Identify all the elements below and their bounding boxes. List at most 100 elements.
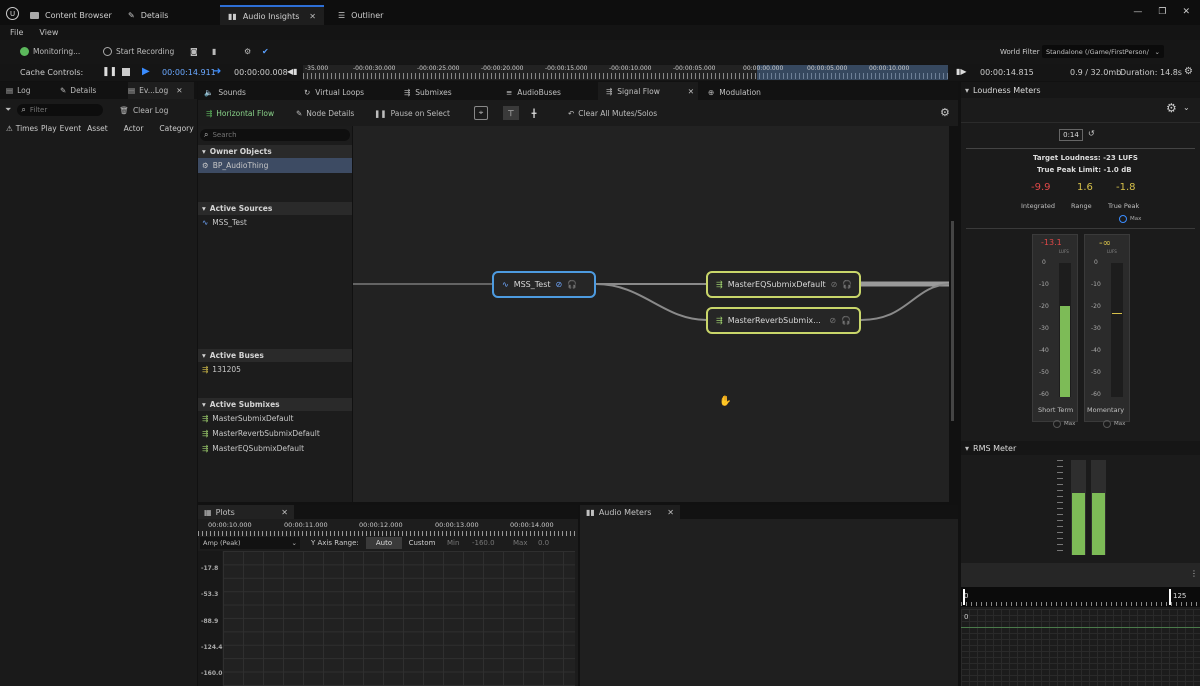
gear-icon[interactable]: ⚙ [1166, 101, 1177, 115]
col-event[interactable]: Event [60, 124, 82, 133]
gear-icon[interactable]: ⚙ [940, 106, 950, 119]
node-details-button[interactable]: ✎ Node Details [296, 109, 354, 118]
stop-icon[interactable] [122, 68, 130, 76]
gear-icon[interactable]: ⚙ [1184, 66, 1193, 77]
custom-button[interactable]: Custom [404, 537, 440, 549]
list-item[interactable]: ⚙ BP_AudioThing [198, 158, 352, 173]
pause-on-select-button[interactable]: ❚❚ Pause on Select [374, 109, 450, 118]
graph-scrollbar[interactable] [951, 221, 954, 421]
clear-log-button[interactable]: 🗑 Clear Log [119, 106, 168, 115]
max-value[interactable]: 0.0 [538, 539, 549, 547]
tab-outliner[interactable]: ☰ Outliner [330, 5, 391, 25]
node-source[interactable]: ∿ MSS_Test ⊘ 🎧 [492, 271, 596, 298]
close-window-icon[interactable]: ✕ [1182, 7, 1190, 17]
minimize-icon[interactable]: — [1133, 7, 1142, 17]
step-forward-icon[interactable]: ▮▶ [956, 67, 967, 76]
filter-icon[interactable]: ⏷ [5, 105, 11, 115]
list-item[interactable]: ⇶ MasterReverbSubmixDefault [198, 426, 352, 441]
tab-log[interactable]: ▤ Log [0, 86, 60, 95]
headphones-icon[interactable]: 🎧 [841, 316, 851, 325]
node-submix-reverb[interactable]: ⇶ MasterReverbSubmix... ⊘ 🎧 [706, 307, 861, 334]
reset-icon[interactable]: ↺ [1088, 129, 1095, 138]
node-submix-eq[interactable]: ⇶ MasterEQSubmixDefault ⊘ 🎧 [706, 271, 861, 298]
signal-flow-graph[interactable]: ∿ MSS_Test ⊘ 🎧 ⇶ MasterEQSubmixDefault ⊘… [353, 126, 954, 502]
max-toggle-icon[interactable] [1103, 420, 1111, 428]
active-submixes-header[interactable]: ▾ Active Submixes [198, 398, 352, 411]
play-icon[interactable]: ▶ [142, 66, 150, 77]
close-icon[interactable]: ✕ [688, 87, 694, 96]
start-recording-button[interactable]: Start Recording [103, 47, 174, 56]
maximize-icon[interactable]: ❐ [1158, 7, 1166, 17]
tab-details[interactable]: ✎ Details [120, 5, 176, 25]
active-buses-header[interactable]: ▾ Active Buses [198, 349, 352, 362]
more-options-icon[interactable]: ⋮ [1190, 569, 1198, 578]
tab-signal-flow[interactable]: ⇶ Signal Flow ✕ [598, 82, 698, 100]
tab-content-browser[interactable]: Content Browser [22, 5, 120, 25]
unreal-logo-icon[interactable]: U [6, 7, 19, 20]
search-input[interactable] [212, 131, 333, 139]
tab-modulation[interactable]: ⊕ Modulation [708, 84, 761, 100]
close-icon[interactable]: ✕ [281, 508, 288, 517]
horizontal-flow-button[interactable]: ⇶ Horizontal Flow [206, 109, 274, 118]
time-field[interactable]: 0:14 [1059, 129, 1083, 141]
menu-file[interactable]: File [10, 28, 23, 37]
col-asset[interactable]: Asset [87, 124, 108, 133]
plot-type-select[interactable]: Amp (Peak) ⌄ [200, 537, 300, 549]
close-icon[interactable]: ✕ [667, 508, 674, 517]
check-icon[interactable]: ✔ [262, 47, 269, 56]
plots-timeline[interactable]: 00:00:10.000 00:00:11.000 00:00:12.000 0… [198, 519, 578, 537]
align-top-icon[interactable]: ⊤ [503, 106, 519, 120]
rms-header[interactable]: ▾ RMS Meter [961, 441, 1200, 455]
tab-audio-buses[interactable]: ≡ AudioBuses [506, 84, 561, 100]
camera-icon[interactable]: ◙ [190, 47, 198, 56]
tab-event-log[interactable]: ▤ Ev...Log ✕ [128, 82, 194, 99]
max-toggle-icon[interactable] [1053, 420, 1061, 428]
menu-view[interactable]: View [39, 28, 58, 37]
tab-audio-insights[interactable]: ▮▮ Audio Insights ✕ [220, 5, 324, 25]
col-play[interactable]: Play [41, 124, 57, 133]
tab-virtual-loops[interactable]: ↻ Virtual Loops [304, 84, 364, 100]
step-back-icon[interactable]: ◀▮ [287, 67, 298, 76]
min-value[interactable]: -160.0 [472, 539, 495, 547]
cache-timeline[interactable]: -35.000 -00:00:30.000 -00:00:25.000 -00:… [303, 65, 948, 80]
list-item[interactable]: ∿ MSS_Test [198, 215, 352, 230]
headphones-icon[interactable]: 🎧 [842, 280, 852, 289]
sidebar-search[interactable]: ⌕ [200, 129, 350, 141]
plot-grid[interactable] [223, 551, 575, 686]
mute-icon[interactable]: ⊘ [829, 316, 836, 325]
fit-view-icon[interactable]: ⌖ [474, 106, 488, 120]
owner-objects-header[interactable]: ▾ Owner Objects [198, 145, 352, 158]
world-filter-select[interactable]: Standalone (/Game/FirstPerson/ ⌄ [1042, 45, 1164, 58]
tab-sounds[interactable]: 🔈 Sounds [204, 84, 246, 100]
headphones-icon[interactable]: 🎧 [567, 280, 577, 289]
col-times[interactable]: Times [16, 124, 38, 133]
rms-graph[interactable]: 0 [961, 609, 1200, 686]
col-actor[interactable]: Actor [124, 124, 144, 133]
mute-icon[interactable]: ⊘ [556, 280, 563, 289]
list-item[interactable]: ⇶ MasterSubmixDefault [198, 411, 352, 426]
col-category[interactable]: Category [159, 124, 193, 133]
mute-icon[interactable]: ⊘ [831, 280, 838, 289]
plugin-icon[interactable]: ⚙ [244, 47, 251, 56]
pause-icon[interactable]: ❚❚ [102, 67, 117, 77]
max-toggle-icon[interactable] [1119, 215, 1127, 223]
list-item[interactable]: ⇶ 131205 [198, 362, 352, 377]
loudness-header[interactable]: ▾ Loudness Meters [961, 82, 1200, 98]
list-item[interactable]: ⇶ MasterEQSubmixDefault [198, 441, 352, 456]
monitoring-button[interactable]: Monitoring... [20, 47, 80, 56]
close-icon[interactable]: ✕ [176, 86, 182, 95]
arrow-right-icon[interactable]: ➜ [213, 66, 221, 77]
rms-timeline[interactable]: 0 125 [961, 587, 1200, 607]
auto-button[interactable]: Auto [366, 537, 402, 549]
active-sources-header[interactable]: ▾ Active Sources [198, 202, 352, 215]
log-search[interactable]: ⌕ [17, 104, 104, 116]
align-center-icon[interactable]: ╋ [526, 106, 542, 120]
tab-submixes[interactable]: ⇶ Submixes [404, 84, 452, 100]
tab-plots[interactable]: ▦ Plots ✕ [198, 505, 294, 519]
tab-details[interactable]: ✎ Details [60, 86, 128, 95]
bookmark-icon[interactable]: ▮ [212, 47, 216, 56]
filter-input[interactable] [29, 106, 94, 114]
close-icon[interactable]: ✕ [309, 12, 316, 21]
tab-audio-meters[interactable]: ▮▮ Audio Meters ✕ [580, 505, 680, 519]
clear-mutes-button[interactable]: ↶ Clear All Mutes/Solos [568, 109, 657, 118]
